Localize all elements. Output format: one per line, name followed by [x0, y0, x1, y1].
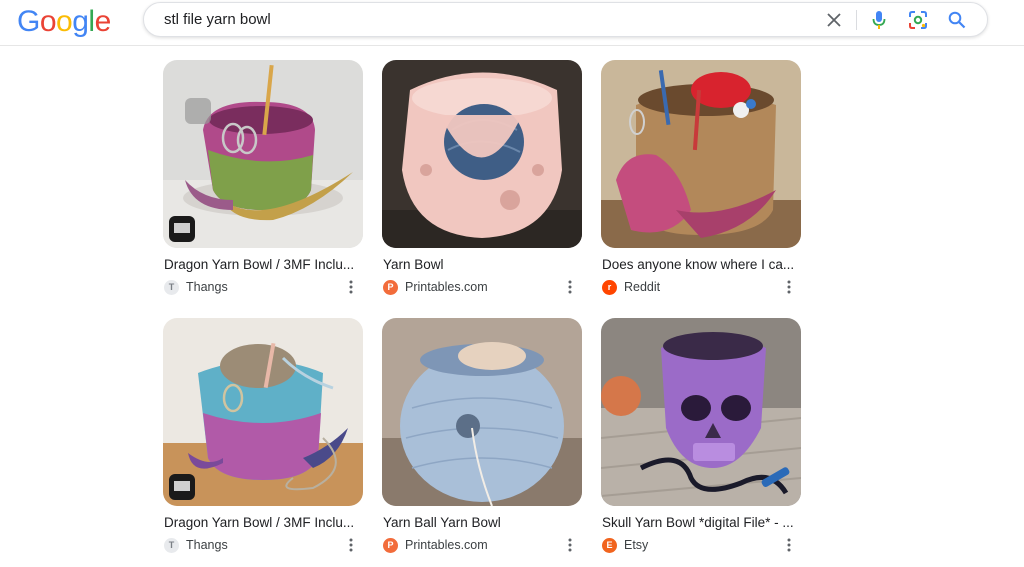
more-options-button[interactable]	[781, 537, 797, 553]
source-name: Thangs	[186, 538, 228, 552]
result-thumbnail[interactable]	[601, 318, 801, 506]
result-title[interactable]: Yarn Ball Yarn Bowl	[383, 515, 583, 530]
logo-letter: G	[17, 5, 40, 38]
more-options-button[interactable]	[781, 279, 797, 295]
result-source[interactable]: r Reddit	[602, 279, 660, 295]
search-button[interactable]	[945, 8, 969, 32]
more-vert-icon	[787, 538, 791, 552]
pink-yarn-bowl-image	[382, 60, 582, 248]
result-source[interactable]: E Etsy	[602, 537, 648, 553]
result-source[interactable]: T Thangs	[164, 279, 228, 295]
more-vert-icon	[349, 538, 353, 552]
logo-letter: o	[56, 5, 73, 38]
source-name: Printables.com	[405, 280, 488, 294]
result-thumbnail[interactable]	[601, 60, 801, 248]
more-vert-icon	[568, 280, 572, 294]
thangs-icon: T	[164, 537, 179, 553]
etsy-icon: E	[602, 537, 617, 553]
source-name: Thangs	[186, 280, 228, 294]
search-divider	[856, 10, 857, 30]
image-search-button[interactable]	[906, 8, 930, 32]
voice-search-button[interactable]	[867, 8, 891, 32]
source-name: Printables.com	[405, 538, 488, 552]
result-thumbnail[interactable]	[163, 318, 363, 506]
result-title[interactable]: Skull Yarn Bowl *digital File* - ...	[602, 515, 802, 530]
clear-button[interactable]	[822, 8, 846, 32]
result-thumbnail[interactable]	[163, 60, 363, 248]
more-vert-icon	[787, 280, 791, 294]
logo-letter: g	[72, 5, 89, 38]
more-vert-icon	[349, 280, 353, 294]
result-source[interactable]: T Thangs	[164, 537, 228, 553]
more-vert-icon	[568, 538, 572, 552]
search-box	[143, 2, 988, 37]
result-thumbnail[interactable]	[382, 60, 582, 248]
dragon-yarn-bowl-blue-image	[163, 318, 363, 506]
blue-yarn-ball-bowl-image	[382, 318, 582, 506]
source-name: Etsy	[624, 538, 649, 552]
search-input[interactable]	[164, 3, 804, 36]
logo-letter: e	[94, 5, 112, 38]
result-source[interactable]: P Printables.com	[383, 537, 488, 553]
reddit-icon: r	[602, 279, 617, 295]
printables-icon: P	[383, 279, 398, 295]
result-title[interactable]: Dragon Yarn Bowl / 3MF Inclu...	[164, 515, 364, 530]
result-thumbnail[interactable]	[382, 318, 582, 506]
result-title[interactable]: Yarn Bowl	[383, 257, 583, 272]
google-logo[interactable]: Google	[17, 5, 111, 39]
close-icon	[827, 13, 841, 27]
result-title[interactable]: Does anyone know where I ca...	[602, 257, 802, 272]
more-options-button[interactable]	[562, 537, 578, 553]
dragon-yarn-bowl-image	[163, 60, 363, 248]
microphone-icon	[872, 11, 886, 29]
more-options-button[interactable]	[343, 537, 359, 553]
dragon-yarn-bowl-gold-image	[601, 60, 801, 248]
more-options-button[interactable]	[562, 279, 578, 295]
printables-icon: P	[383, 537, 398, 553]
thangs-icon: T	[164, 279, 179, 295]
source-name: Reddit	[624, 280, 661, 294]
search-icon	[948, 11, 966, 29]
camera-lens-icon	[909, 11, 927, 29]
skull-yarn-bowl-image	[601, 318, 801, 506]
more-options-button[interactable]	[343, 279, 359, 295]
result-title[interactable]: Dragon Yarn Bowl / 3MF Inclu...	[164, 257, 364, 272]
result-source[interactable]: P Printables.com	[383, 279, 488, 295]
logo-letter: o	[39, 5, 57, 38]
header: Google	[0, 0, 1024, 46]
